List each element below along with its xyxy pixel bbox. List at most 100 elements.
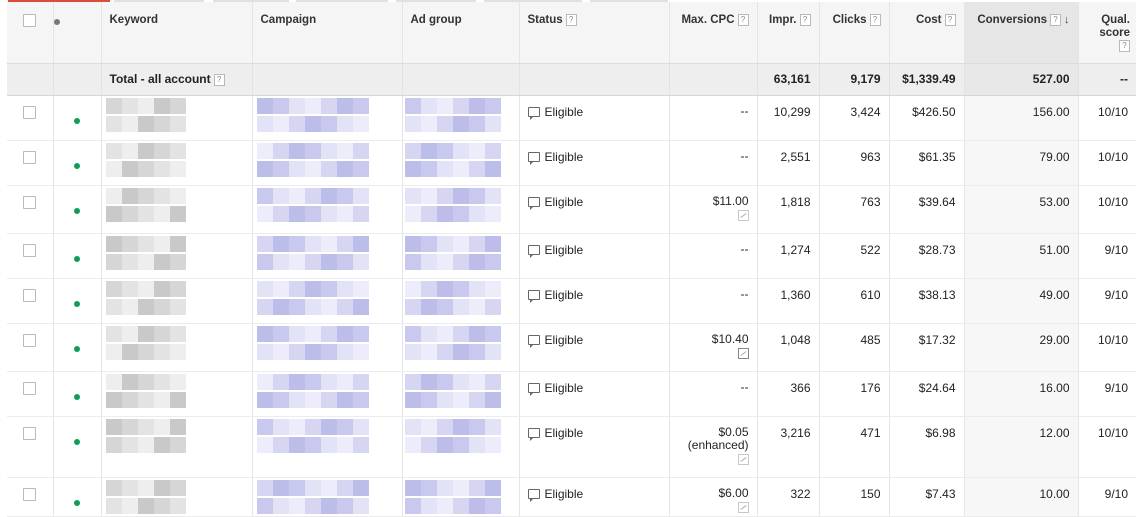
keyword-cell[interactable]: [101, 371, 253, 417]
green-dot-icon[interactable]: [74, 393, 80, 400]
status-value[interactable]: Eligible: [527, 333, 583, 348]
speech-bubble-icon: [527, 244, 540, 258]
row-checkbox[interactable]: [23, 487, 37, 501]
table-row[interactable]: Eligible -- 1,274 522 $28.73 51.00 9/10: [7, 233, 1136, 279]
status-value[interactable]: Eligible: [527, 487, 583, 502]
help-icon[interactable]: ?: [737, 14, 749, 26]
max-cpc-cell[interactable]: $6.00: [669, 477, 758, 517]
col-header-conversions[interactable]: Conversions? ↓: [964, 2, 1079, 64]
status-dot-header[interactable]: [53, 2, 102, 64]
table-row[interactable]: Eligible -- 2,551 963 $61.35 79.00 10/10: [7, 140, 1136, 186]
status-value[interactable]: Eligible: [527, 288, 583, 303]
table-row[interactable]: Eligible -- 10,299 3,424 $426.50 156.00 10/10: [7, 95, 1136, 141]
status-value[interactable]: Eligible: [527, 150, 583, 165]
status-value[interactable]: Eligible: [527, 105, 583, 120]
campaign-cell[interactable]: [252, 477, 403, 517]
table-row[interactable]: Eligible $11.00 1,818 763 $39.64 53.00 10/10: [7, 185, 1136, 234]
ad-group-cell[interactable]: [402, 140, 520, 186]
select-all-checkbox[interactable]: [23, 14, 37, 27]
col-header-qual-score[interactable]: Qual. score?: [1078, 2, 1136, 64]
ad-group-cell[interactable]: [402, 416, 520, 478]
green-dot-icon[interactable]: [74, 117, 80, 124]
col-header-max-cpc[interactable]: Max. CPC?: [669, 2, 758, 64]
help-icon[interactable]: ?: [799, 14, 811, 26]
campaign-cell[interactable]: [252, 416, 403, 478]
bid-chart-icon[interactable]: [737, 501, 749, 513]
keyword-cell[interactable]: [101, 416, 253, 478]
status-value[interactable]: Eligible: [527, 426, 583, 441]
table-row[interactable]: Eligible $10.40 1,048 485 $17.32 29.00 10/10: [7, 323, 1136, 372]
green-dot-icon[interactable]: [74, 162, 80, 169]
status-value[interactable]: Eligible: [527, 381, 583, 396]
keyword-cell[interactable]: [101, 95, 253, 141]
campaign-cell[interactable]: [252, 323, 403, 372]
col-header-cost[interactable]: Cost?: [889, 2, 965, 64]
green-dot-icon[interactable]: [74, 300, 80, 307]
row-checkbox[interactable]: [23, 150, 37, 164]
green-dot-icon[interactable]: [74, 207, 80, 214]
ad-group-cell[interactable]: [402, 185, 520, 234]
bid-chart-icon[interactable]: [737, 347, 749, 359]
max-cpc-cell[interactable]: --: [669, 233, 758, 279]
green-dot-icon[interactable]: [74, 499, 80, 506]
help-icon[interactable]: ?: [565, 14, 577, 26]
col-header-status[interactable]: Status?: [519, 2, 670, 64]
row-checkbox[interactable]: [23, 288, 37, 302]
ad-group-cell[interactable]: [402, 477, 520, 517]
row-checkbox[interactable]: [23, 243, 37, 257]
ad-group-cell[interactable]: [402, 233, 520, 279]
green-dot-icon[interactable]: [74, 438, 80, 445]
ad-group-cell[interactable]: [402, 278, 520, 324]
campaign-cell[interactable]: [252, 278, 403, 324]
keyword-cell[interactable]: [101, 140, 253, 186]
max-cpc-cell[interactable]: $11.00: [669, 185, 758, 234]
table-row[interactable]: Eligible $0.05 (enhanced) 3,216 471 $6.98 12.0…: [7, 416, 1136, 478]
ad-group-cell[interactable]: [402, 323, 520, 372]
bid-chart-icon[interactable]: [737, 209, 749, 221]
help-icon[interactable]: ?: [1050, 14, 1061, 26]
table-row[interactable]: Eligible -- 366 176 $24.64 16.00 9/10: [7, 371, 1136, 417]
keyword-cell[interactable]: [101, 278, 253, 324]
row-checkbox[interactable]: [23, 105, 37, 119]
col-header-keyword[interactable]: Keyword: [101, 2, 253, 64]
row-checkbox[interactable]: [23, 381, 37, 395]
status-value[interactable]: Eligible: [527, 243, 583, 258]
max-cpc-cell[interactable]: --: [669, 140, 758, 186]
help-icon[interactable]: ?: [213, 73, 225, 86]
green-dot-icon[interactable]: [74, 255, 80, 262]
help-icon[interactable]: ?: [1119, 40, 1130, 52]
col-header-clicks[interactable]: Clicks?: [819, 2, 890, 64]
status-value[interactable]: Eligible: [527, 195, 583, 210]
max-cpc-cell[interactable]: $0.05 (enhanced): [669, 416, 758, 478]
total-label-cell: Total - all account?: [101, 63, 253, 96]
campaign-cell[interactable]: [252, 233, 403, 279]
help-icon[interactable]: ?: [869, 14, 881, 26]
max-cpc-cell[interactable]: --: [669, 278, 758, 324]
campaign-cell[interactable]: [252, 140, 403, 186]
bid-chart-icon[interactable]: [737, 453, 749, 465]
max-cpc-cell[interactable]: $10.40: [669, 323, 758, 372]
campaign-cell[interactable]: [252, 185, 403, 234]
col-header-impr[interactable]: Impr.?: [757, 2, 820, 64]
row-checkbox[interactable]: [23, 333, 37, 347]
campaign-cell[interactable]: [252, 371, 403, 417]
col-header-campaign[interactable]: Campaign: [252, 2, 403, 64]
ad-group-cell[interactable]: [402, 95, 520, 141]
campaign-cell[interactable]: [252, 95, 403, 141]
row-checkbox[interactable]: [23, 195, 37, 209]
max-cpc-value: --: [740, 148, 749, 163]
row-status-dot-cell: [53, 323, 102, 372]
keyword-cell[interactable]: [101, 323, 253, 372]
max-cpc-cell[interactable]: --: [669, 95, 758, 141]
col-header-ad-group[interactable]: Ad group: [402, 2, 520, 64]
table-row[interactable]: Eligible -- 1,360 610 $38.13 49.00 9/10: [7, 278, 1136, 324]
ad-group-cell[interactable]: [402, 371, 520, 417]
table-row[interactable]: Eligible $6.00 322 150 $7.43 10.00 9/10: [7, 477, 1136, 517]
keyword-cell[interactable]: [101, 233, 253, 279]
row-checkbox[interactable]: [23, 426, 37, 440]
keyword-cell[interactable]: [101, 185, 253, 234]
help-icon[interactable]: ?: [944, 14, 956, 26]
green-dot-icon[interactable]: [74, 345, 80, 352]
max-cpc-cell[interactable]: --: [669, 371, 758, 417]
keyword-cell[interactable]: [101, 477, 253, 517]
